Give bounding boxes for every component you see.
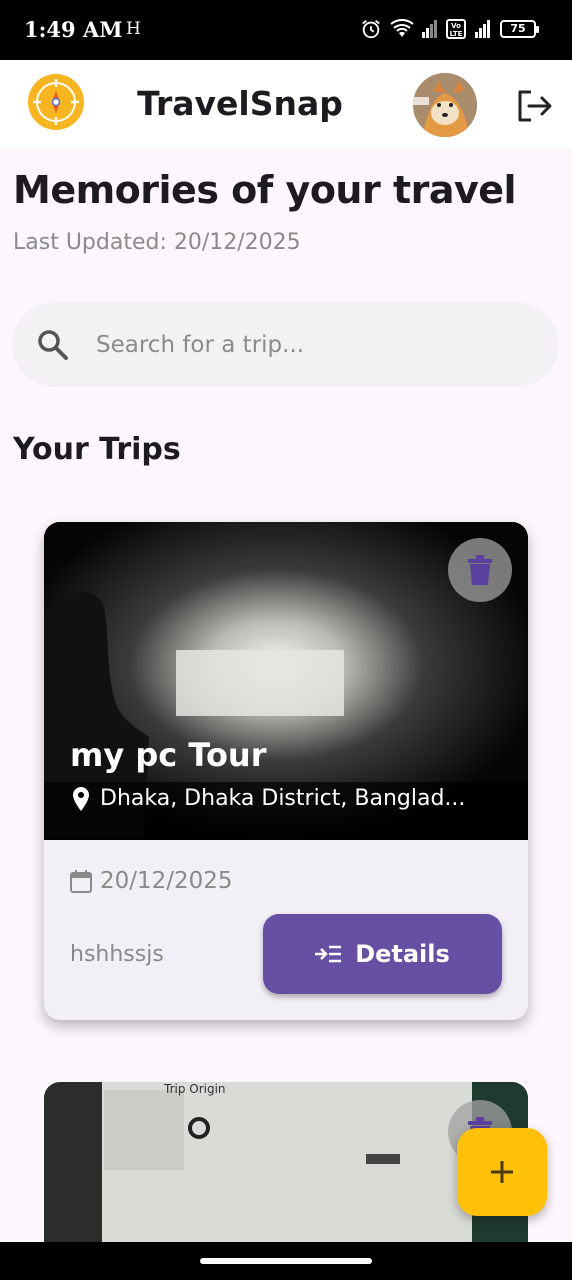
signal-icon-1 — [422, 20, 437, 38]
home-gesture-bar[interactable] — [200, 1258, 372, 1264]
status-time: 1:49 AM — [24, 17, 123, 42]
app-bar: TravelSnap — [0, 60, 572, 148]
trip-card[interactable]: Trip Origin — [44, 1082, 528, 1242]
last-updated-text: Last Updated: 20/12/2025 — [13, 230, 301, 255]
trip-photo-text: Trip Origin — [164, 1082, 226, 1096]
search-bar[interactable] — [12, 302, 559, 387]
delete-button[interactable] — [448, 538, 512, 602]
wifi-icon — [390, 19, 414, 37]
trip-date: 20/12/2025 — [70, 868, 233, 894]
trip-date-text: 20/12/2025 — [100, 868, 233, 894]
battery-icon: 75 — [500, 20, 539, 38]
delete-icon — [468, 555, 492, 585]
trip-photo: my pc Tour Dhaka, Dhaka District, Bangla… — [44, 522, 528, 840]
page-title: Memories of your travel — [13, 168, 517, 212]
details-label: Details — [355, 940, 450, 968]
signal-icon-2 — [475, 20, 490, 38]
status-icons: Vo LTE 75 — [360, 18, 539, 40]
avatar[interactable] — [413, 73, 477, 137]
logout-icon[interactable] — [514, 86, 554, 126]
trip-description: hshhssjs — [70, 942, 164, 967]
trip-photo — [44, 1082, 528, 1242]
alarm-icon — [362, 20, 380, 39]
details-icon — [315, 945, 342, 963]
add-icon — [491, 1161, 513, 1183]
location-pin-icon — [73, 786, 89, 811]
trip-card[interactable]: my pc Tour Dhaka, Dhaka District, Bangla… — [44, 522, 528, 1020]
add-trip-button[interactable] — [457, 1128, 547, 1216]
section-title: Your Trips — [13, 432, 181, 467]
volte-icon: Vo LTE — [446, 19, 466, 39]
trip-location-text: Dhaka, Dhaka District, Banglad... — [100, 786, 466, 811]
calendar-icon — [70, 870, 92, 893]
status-carrier: H — [126, 19, 141, 39]
status-bar: 1:49 AM H Vo LTE 75 — [0, 0, 572, 60]
trip-name: my pc Tour — [70, 736, 267, 774]
search-icon — [38, 329, 68, 360]
app-title: TravelSnap — [137, 84, 343, 123]
system-nav-bar — [0, 1242, 572, 1280]
details-button[interactable]: Details — [263, 914, 502, 994]
trip-location: Dhaka, Dhaka District, Banglad... — [72, 786, 512, 811]
search-input[interactable] — [96, 331, 516, 358]
